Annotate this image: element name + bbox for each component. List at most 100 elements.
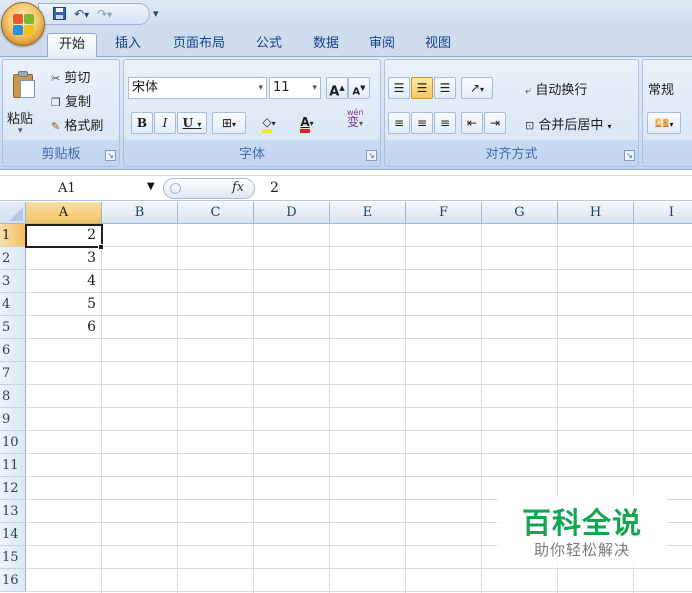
fill-color-button[interactable]: ◇▾ [251, 112, 287, 134]
merge-center-button[interactable]: ⊡ 合并后居中 ▾ [525, 114, 612, 133]
cell-a5[interactable]: 6 [26, 316, 100, 339]
row-header-1[interactable]: 1 [0, 224, 26, 247]
phonetic-button[interactable]: wén 变 ▾ [338, 108, 372, 134]
tab-data[interactable]: 数据 [305, 33, 347, 57]
align-right-button[interactable]: ≡ [434, 112, 456, 134]
row-header-14[interactable]: 14 [0, 523, 26, 546]
column-header-a[interactable]: A [26, 202, 102, 224]
paint-bucket-icon: ◇ [262, 115, 272, 133]
tab-home[interactable]: 开始 [47, 33, 97, 58]
formula-input[interactable]: 2 [270, 178, 279, 199]
cell-a1[interactable]: 2 [26, 224, 100, 247]
column-header-c[interactable]: C [178, 202, 254, 224]
column-header-b[interactable]: B [102, 202, 178, 224]
grow-font-button[interactable]: A▲ [326, 77, 348, 99]
paste-icon[interactable] [13, 70, 37, 100]
align-top-button[interactable]: ☰ [388, 77, 410, 99]
office-button[interactable] [1, 2, 45, 46]
copy-icon: ❐ [51, 96, 61, 109]
row-header-15[interactable]: 15 [0, 546, 26, 569]
row-header-9[interactable]: 9 [0, 408, 26, 431]
align-center-icon: ≡ [416, 116, 428, 130]
column-header-d[interactable]: D [254, 202, 330, 224]
borders-button[interactable]: ⊞▾ [212, 112, 246, 134]
font-color-button[interactable]: A▾ [289, 112, 325, 134]
name-box-dropdown-icon[interactable]: ▼ [147, 181, 155, 192]
font-color-icon: A [300, 115, 310, 133]
cell-a2[interactable]: 3 [26, 247, 100, 270]
row-header-3[interactable]: 3 [0, 270, 26, 293]
alignment-group-label: 对齐方式 [485, 147, 538, 162]
align-center-button[interactable]: ≡ [411, 112, 433, 134]
row-header-6[interactable]: 6 [0, 339, 26, 362]
column-header-i[interactable]: I [634, 202, 692, 224]
row-header-7[interactable]: 7 [0, 362, 26, 385]
alignment-group: ☰ ☰ ☰ ↗▾ ≡ ≡ ≡ ⇤ ⇥ ⤶ 自动换行 ⊡ 合并后居中 ▾ 对齐方式… [384, 59, 639, 167]
align-top-icon: ☰ [393, 81, 405, 95]
wrap-text-button[interactable]: ⤶ 自动换行 [525, 79, 587, 98]
font-launcher-icon[interactable]: ↘ [366, 150, 377, 161]
row-header-12[interactable]: 12 [0, 477, 26, 500]
underline-button[interactable]: U ▾ [177, 112, 207, 134]
font-group-label: 字体 [238, 147, 265, 162]
decrease-indent-icon: ⇤ [466, 116, 478, 130]
cell-a3[interactable]: 4 [26, 270, 100, 293]
decrease-indent-button[interactable]: ⇤ [461, 112, 483, 134]
column-header-h[interactable]: H [558, 202, 634, 224]
shrink-font-button[interactable]: A▼ [348, 77, 370, 99]
qat-customize-icon[interactable]: ▾ [153, 7, 159, 20]
bold-button[interactable]: B [131, 112, 153, 134]
font-size-select[interactable]: 11 ▾ [269, 77, 321, 99]
chevron-down-icon: ▾ [258, 83, 263, 93]
cell-a4[interactable]: 5 [26, 293, 100, 316]
row-header-13[interactable]: 13 [0, 500, 26, 523]
tab-review[interactable]: 审阅 [361, 33, 403, 57]
font-name-select[interactable]: 宋体 ▾ [128, 77, 267, 99]
cut-label: 剪切 [64, 71, 91, 86]
copy-label: 复制 [65, 95, 92, 110]
row-header-4[interactable]: 4 [0, 293, 26, 316]
italic-button[interactable]: I [154, 112, 176, 134]
align-bottom-button[interactable]: ☰ [434, 77, 456, 99]
row-header-5[interactable]: 5 [0, 316, 26, 339]
paintbrush-icon: ✎ [51, 120, 61, 133]
column-header-f[interactable]: F [406, 202, 482, 224]
align-middle-icon: ☰ [416, 81, 428, 95]
undo-icon[interactable]: ↶▾ [74, 8, 89, 21]
align-left-button[interactable]: ≡ [388, 112, 410, 134]
select-all-button[interactable] [0, 202, 26, 224]
fill-handle[interactable] [98, 244, 104, 250]
align-bottom-icon: ☰ [439, 81, 451, 95]
increase-indent-icon: ⇥ [489, 116, 501, 130]
redo-icon[interactable]: ↷▾ [97, 8, 112, 21]
font-size-value: 11 [273, 80, 290, 95]
number-format-select[interactable]: 常规 [648, 79, 674, 98]
name-box[interactable]: A1 [0, 178, 160, 199]
format-painter-button[interactable]: ✎ 格式刷 [51, 115, 103, 134]
column-header-g[interactable]: G [482, 202, 558, 224]
align-middle-button[interactable]: ☰ [411, 77, 433, 99]
paste-dropdown-icon[interactable]: ▾ [18, 126, 23, 136]
row-header-11[interactable]: 11 [0, 454, 26, 477]
alignment-launcher-icon[interactable]: ↘ [624, 150, 635, 161]
clipboard-group: 粘贴 ▾ ✂ 剪切 ❐ 复制 ✎ 格式刷 剪贴板 ↘ [2, 59, 120, 167]
orientation-button[interactable]: ↗▾ [461, 77, 493, 99]
tab-formulas[interactable]: 公式 [248, 33, 290, 57]
increase-indent-button[interactable]: ⇥ [484, 112, 506, 134]
copy-button[interactable]: ❐ 复制 [51, 91, 91, 110]
cut-button[interactable]: ✂ 剪切 [51, 67, 90, 86]
save-icon[interactable] [53, 6, 66, 22]
tab-view[interactable]: 视图 [417, 33, 459, 57]
row-header-10[interactable]: 10 [0, 431, 26, 454]
tab-insert[interactable]: 插入 [107, 33, 149, 57]
column-header-e[interactable]: E [330, 202, 406, 224]
clipboard-launcher-icon[interactable]: ↘ [105, 150, 116, 161]
insert-function-button[interactable]: fx [232, 180, 244, 195]
row-header-8[interactable]: 8 [0, 385, 26, 408]
tab-page-layout[interactable]: 页面布局 [164, 33, 234, 57]
row-header-2[interactable]: 2 [0, 247, 26, 270]
paste-button[interactable]: 粘贴 [7, 108, 33, 127]
row-header-16[interactable]: 16 [0, 569, 26, 592]
accounting-format-button[interactable]: 💴▾ [647, 112, 681, 134]
watermark: 百科全说 助你轻松解决 [497, 497, 667, 567]
